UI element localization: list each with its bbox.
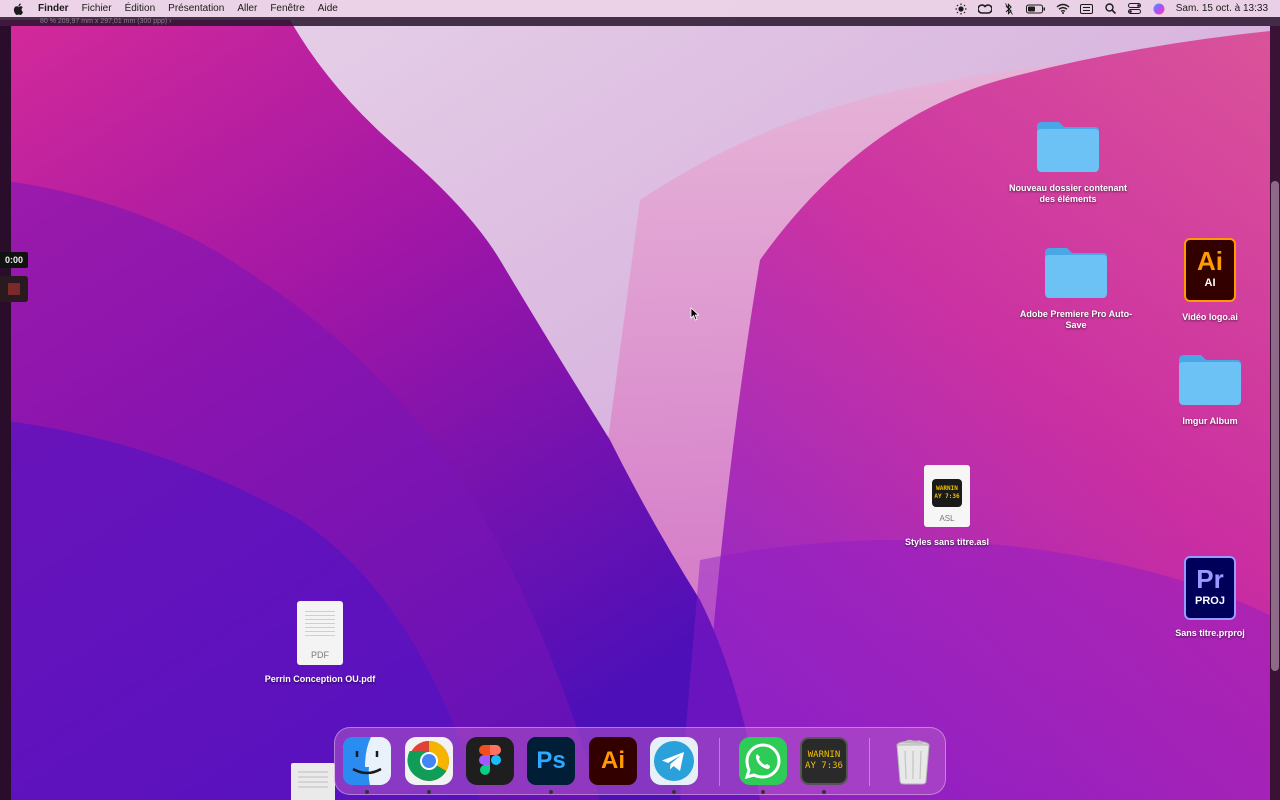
dock-app-whatsapp[interactable] — [739, 737, 787, 785]
bluetooth-icon[interactable] — [1002, 2, 1016, 15]
dock-running-indicator — [672, 790, 676, 794]
dock-app-photoshop[interactable]: Ps — [527, 737, 575, 785]
desktop-file-perrin-pdf[interactable]: PDF Perrin Conception OU.pdf — [255, 601, 385, 686]
stop-icon — [8, 283, 20, 295]
recording-timer: 0:00 — [0, 252, 28, 268]
telegram-icon — [650, 737, 698, 785]
dock-app-trash[interactable] — [889, 737, 937, 785]
photoshop-icon-label: Ps — [536, 747, 566, 774]
pdf-file-icon: PDF — [297, 601, 343, 665]
dock-app-illustrator[interactable]: Ai — [589, 737, 637, 785]
mouse-cursor-icon — [690, 307, 700, 321]
control-center-icon[interactable] — [1128, 3, 1142, 15]
chrome-icon — [405, 737, 453, 785]
illustrator-icon: Ai — [589, 737, 637, 785]
dock-app-finder[interactable] — [343, 737, 391, 785]
desktop-folder-premiere-autosave[interactable]: Adobe Premiere Pro Auto-Save — [1012, 243, 1140, 332]
asl-preview-screen: WARNIN AY 7:36 — [932, 479, 962, 507]
asl-screen-text: WARNIN — [936, 485, 958, 492]
photoshop-icon: Ps — [527, 737, 575, 785]
desktop-icon-label: Styles sans titre.asl — [904, 537, 990, 547]
dock-separator — [719, 738, 720, 786]
dock-app-telegram[interactable] — [650, 737, 698, 785]
desktop-folder-nouveau-dossier[interactable]: Nouveau dossier contenant des éléments — [1004, 117, 1132, 206]
menu-fichier[interactable]: Fichier — [82, 3, 112, 14]
menu-fenetre[interactable]: Fenêtre — [270, 3, 304, 14]
console-icon: WARNIN AY 7:36 — [800, 737, 848, 785]
console-icon-text: WARNIN — [807, 750, 841, 760]
keyboard-input-icon[interactable] — [1080, 3, 1094, 15]
battery-icon[interactable] — [1025, 3, 1046, 15]
dock-separator — [869, 738, 870, 786]
search-icon[interactable] — [1104, 3, 1118, 15]
premiere-project-icon: Pr PROJ — [1184, 556, 1236, 620]
pr-badge-text: Pr — [1196, 564, 1224, 594]
ai-badge-text: Ai — [1197, 246, 1223, 276]
dock-app-chrome[interactable] — [405, 737, 453, 785]
whatsapp-icon — [739, 737, 787, 785]
menu-bar: Finder Fichier Édition Présentation Alle… — [0, 0, 1280, 17]
window-frame-right — [1270, 26, 1280, 800]
partial-document-icon[interactable] — [290, 762, 336, 800]
asl-screen-text: AY 7:36 — [934, 493, 960, 500]
pdf-ext-text: PDF — [311, 649, 329, 660]
figma-icon — [466, 737, 514, 785]
desktop-icon-label: Adobe Premiere Pro Auto-Save — [1019, 308, 1133, 331]
dock-running-indicator — [427, 790, 431, 794]
menu-aide[interactable]: Aide — [318, 3, 338, 14]
illustrator-file-icon: Ai AI — [1184, 238, 1236, 302]
menu-presentation[interactable]: Présentation — [168, 3, 224, 14]
creative-cloud-icon[interactable] — [977, 3, 992, 15]
dock-app-console[interactable]: WARNIN AY 7:36 — [800, 737, 848, 785]
desktop-folder-imgur-album[interactable]: Imgur Album — [1160, 350, 1260, 427]
asl-ext-text: ASL — [939, 513, 955, 523]
desktop-file-styles-asl[interactable]: WARNIN AY 7:36 ASL Styles sans titre.asl — [897, 465, 997, 549]
dock-running-indicator — [365, 790, 369, 794]
ai-ext-text: AI — [1204, 277, 1216, 289]
desktop-file-sans-titre-prproj[interactable]: Pr PROJ Sans titre.prproj — [1160, 556, 1260, 640]
siri-icon[interactable] — [1152, 3, 1166, 15]
desktop-icon-label: Vidéo logo.ai — [1182, 312, 1238, 322]
brightness-icon[interactable] — [954, 3, 968, 15]
menu-edition[interactable]: Édition — [125, 3, 156, 14]
console-icon-text: AY 7:36 — [805, 761, 843, 771]
dock-running-indicator — [761, 790, 765, 794]
dock-running-indicator — [549, 790, 553, 794]
vertical-scrollbar[interactable] — [1271, 181, 1279, 671]
recording-stop-button[interactable] — [0, 276, 28, 302]
window-frame-left — [0, 26, 11, 800]
apple-menu-icon[interactable] — [12, 2, 26, 16]
dock-app-figma[interactable] — [466, 737, 514, 785]
pr-ext-text: PROJ — [1195, 595, 1225, 607]
pdf-page-lines — [305, 611, 335, 639]
menu-aller[interactable]: Aller — [237, 3, 257, 14]
desktop-icon-label: Sans titre.prproj — [1175, 628, 1245, 638]
menu-app-finder[interactable]: Finder — [38, 3, 69, 14]
desktop-icon-label: Imgur Album — [1182, 415, 1238, 426]
finder-icon — [343, 737, 391, 785]
desktop-icon-label: Perrin Conception OU.pdf — [264, 674, 376, 684]
illustrator-icon-label: Ai — [601, 747, 625, 774]
folder-icon — [1179, 355, 1241, 405]
trash-icon — [896, 739, 930, 785]
desktop-icon-label: Nouveau dossier contenant des éléments — [1008, 182, 1128, 205]
wifi-icon[interactable] — [1056, 3, 1070, 15]
dock-running-indicator — [822, 790, 826, 794]
folder-icon — [1045, 248, 1107, 298]
asl-file-icon: WARNIN AY 7:36 ASL — [924, 465, 970, 527]
background-app-toolbar: 80 % 209,97 mm x 297,01 mm (300 ppp) › — [0, 17, 1280, 26]
folder-icon — [1037, 122, 1099, 172]
desktop-file-video-logo-ai[interactable]: Ai AI Vidéo logo.ai — [1160, 238, 1260, 324]
menu-clock[interactable]: Sam. 15 oct. à 13:33 — [1176, 3, 1268, 14]
dock: Ps Ai WARNIN AY 7:36 — [334, 727, 946, 795]
